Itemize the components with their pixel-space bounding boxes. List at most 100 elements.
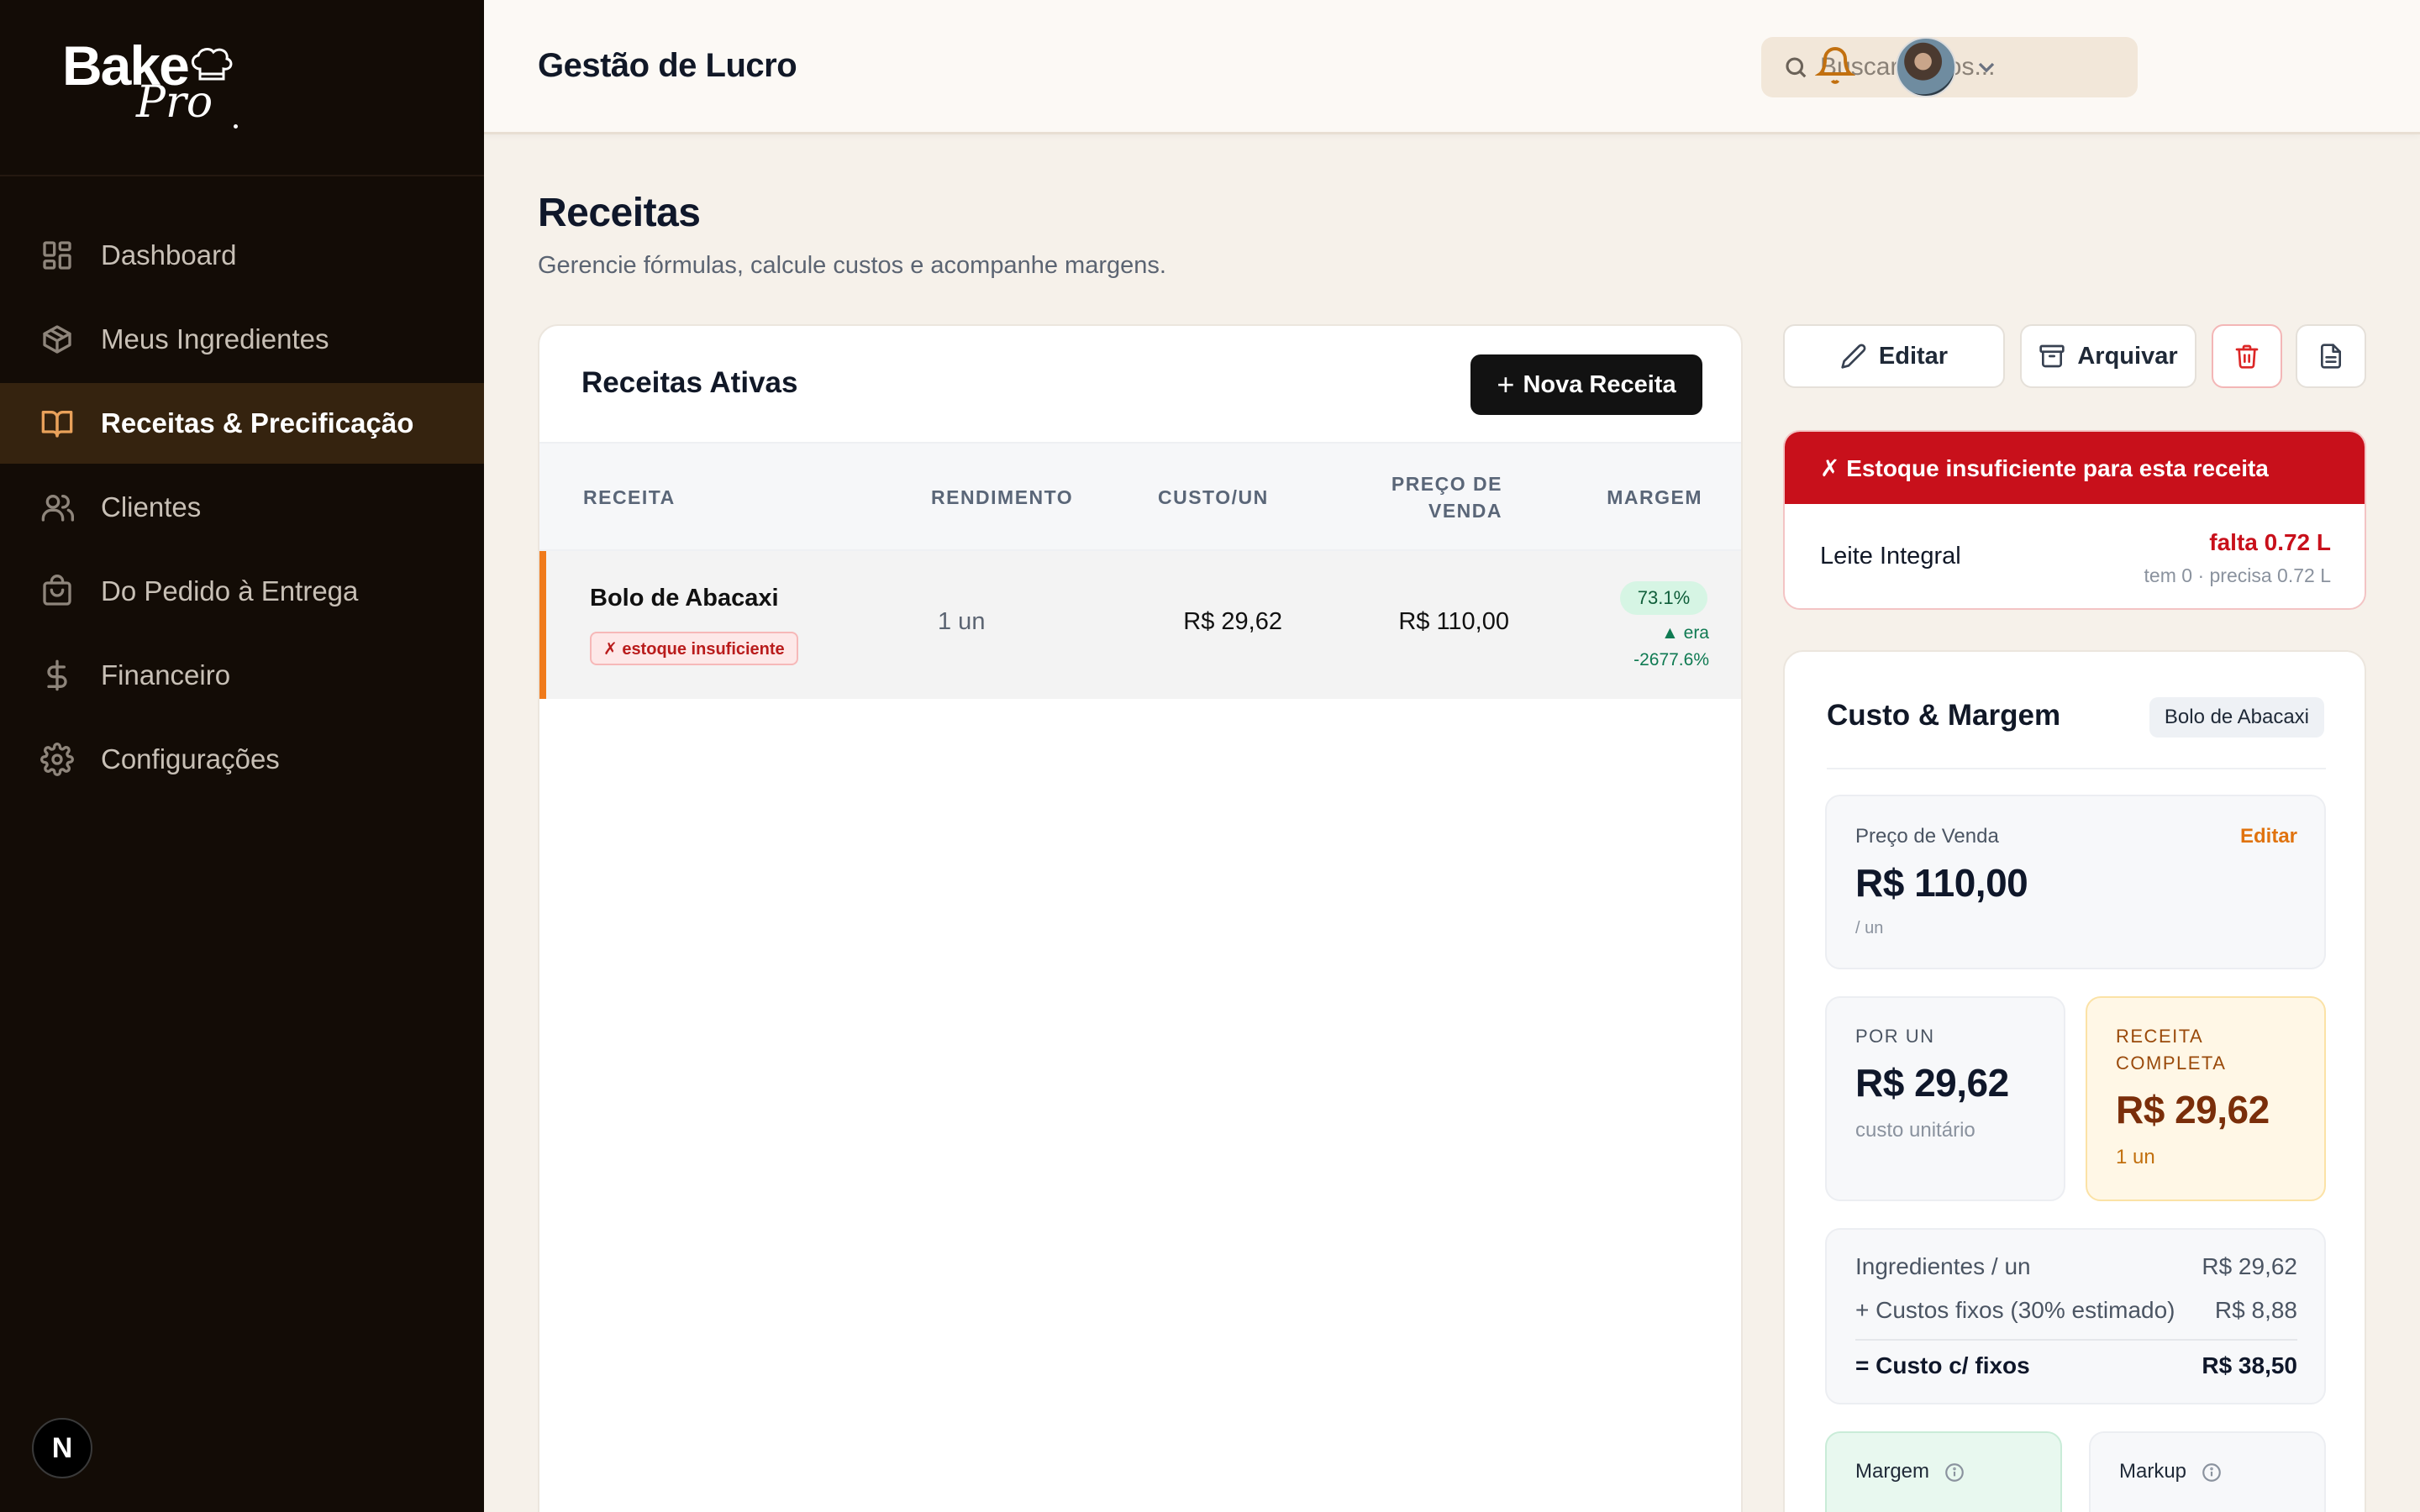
sidebar-item-label: Receitas & Precificação [101, 407, 414, 438]
new-recipe-button[interactable]: + Nova Receita [1470, 354, 1702, 415]
sidebar-item-label: Dashboard [101, 239, 237, 270]
margin-previous-label: ▲ era [1661, 623, 1709, 643]
ingredients-label: Ingredientes / un [1855, 1253, 2031, 1279]
trash-icon [2235, 344, 2259, 369]
missing-ingredient-name: Leite Integral [1820, 543, 1961, 570]
column-header-margem[interactable]: MARGEM [1607, 484, 1702, 511]
pencil-icon [1841, 344, 1866, 369]
sidebar-item-label: Do Pedido à Entrega [101, 575, 359, 606]
sale-price-box: Preço de Venda Editar R$ 110,00 / un [1825, 795, 2326, 969]
logo-dot [234, 124, 238, 129]
sidebar: Bake Pro Dashboard Meus Ingredientes Rec… [0, 0, 484, 1512]
margin-label-wrap: Margem [1855, 1460, 1965, 1483]
stock-warning-badge: ✗ estoque insuficiente [590, 632, 798, 665]
gear-icon [40, 743, 74, 776]
info-icon[interactable] [1944, 1462, 1965, 1483]
archive-label: Arquivar [2077, 342, 2178, 370]
column-header-custo[interactable]: CUSTO/UN [1158, 484, 1269, 511]
unit-cost-label: POR UN [1855, 1026, 1935, 1047]
recipe-tag: Bolo de Abacaxi [2149, 697, 2324, 738]
users-icon [41, 495, 74, 522]
recipes-table-card: Receitas Ativas + Nova Receita RECEITA R… [538, 324, 1743, 1512]
sale-price-unit: / un [1855, 919, 1884, 937]
ingredients-value: R$ 29,62 [2202, 1253, 2297, 1279]
full-recipe-label-line1: RECEITA [2116, 1026, 2204, 1047]
column-header-receita[interactable]: RECEITA [583, 484, 676, 511]
total-cost-row: = Custo c/ fixos R$ 38,50 [1855, 1352, 2297, 1379]
ingredients-row: Ingredientes / un R$ 29,62 [1855, 1253, 2297, 1280]
sidebar-item-label: Financeiro [101, 659, 231, 690]
margin-previous-value: -2677.6% [1634, 650, 1709, 669]
table-row[interactable]: Bolo de Abacaxi ✗ estoque insuficiente 1… [539, 551, 1741, 699]
sidebar-item-pedidos[interactable]: Do Pedido à Entrega [0, 551, 484, 632]
full-recipe-label-line2: COMPLETA [2116, 1053, 2227, 1074]
margin-previous: ▲ era -2677.6% [1580, 620, 1709, 674]
dashboard-icon [43, 241, 71, 270]
shopping-bag-icon [43, 575, 71, 606]
stock-alert-title: ✗ Estoque insuficiente para esta receita [1785, 432, 2365, 504]
bell-icon [1814, 47, 1856, 84]
full-recipe-yield: 1 un [2116, 1146, 2155, 1168]
dollar-icon [47, 659, 67, 691]
notifications-button[interactable] [1814, 45, 1856, 86]
delete-button[interactable] [2212, 324, 2282, 388]
margin-label: Margem [1855, 1460, 1930, 1483]
stock-detail: tem 0 · precisa 0.72 L [2144, 564, 2331, 586]
recipe-yield: 1 un [938, 608, 986, 635]
book-open-icon [41, 411, 73, 438]
logo-script: Pro [136, 77, 213, 128]
topbar-title: Gestão de Lucro [538, 47, 797, 84]
sidebar-item-financeiro[interactable]: Financeiro [0, 635, 484, 716]
total-cost-label: = Custo c/ fixos [1855, 1352, 2030, 1378]
edit-button[interactable]: Editar [1783, 324, 2005, 388]
plus-icon: + [1497, 367, 1515, 402]
file-text-icon [2321, 344, 2341, 369]
topbar: Gestão de Lucro [484, 0, 2420, 134]
margin-box: Margem [1825, 1431, 2062, 1512]
divider [1827, 768, 2326, 769]
full-recipe-cost-box: RECEITA COMPLETA R$ 29,62 1 un [2086, 996, 2326, 1201]
package-icon [43, 325, 71, 354]
sidebar-nav: Dashboard Meus Ingredientes Receitas & P… [0, 215, 484, 803]
search-icon [1786, 57, 1807, 78]
sidebar-item-configuracoes[interactable]: Configurações [0, 719, 484, 800]
user-menu-toggle[interactable] [1973, 54, 2000, 81]
full-recipe-value: R$ 29,62 [2116, 1088, 2270, 1131]
sidebar-item-dashboard[interactable]: Dashboard [0, 215, 484, 296]
recipe-price: R$ 110,00 [1398, 608, 1509, 635]
breakdown-divider [1855, 1339, 2297, 1341]
page-subtitle: Gerencie fórmulas, calcule custos e acom… [538, 252, 1166, 279]
bakepro-logo[interactable]: Bake Pro [62, 34, 247, 143]
total-cost-value: R$ 38,50 [2202, 1352, 2297, 1378]
column-header-preco[interactable]: PREÇO DE VENDA [1380, 470, 1502, 524]
document-button[interactable] [2296, 324, 2366, 388]
edit-label: Editar [1878, 342, 1949, 370]
edit-price-link[interactable]: Editar [2240, 825, 2297, 848]
new-recipe-label: Nova Receita [1523, 370, 1676, 398]
sidebar-item-ingredientes[interactable]: Meus Ingredientes [0, 299, 484, 380]
avatar[interactable] [1896, 37, 1956, 97]
recipe-unit-cost: R$ 29,62 [1183, 608, 1282, 635]
sidebar-divider [0, 175, 484, 176]
table-header: RECEITA RENDIMENTO CUSTO/UN PREÇO DE VEN… [539, 442, 1741, 551]
card-title: Receitas Ativas [581, 366, 798, 399]
unit-cost-box: POR UN R$ 29,62 custo unitário [1825, 996, 2065, 1201]
archive-button[interactable]: Arquivar [2020, 324, 2196, 388]
chevron-down-icon [1978, 62, 1995, 73]
sidebar-item-label: Clientes [101, 491, 202, 522]
markup-box: Markup [2089, 1431, 2326, 1512]
column-header-rendimento[interactable]: RENDIMENTO [931, 484, 1073, 511]
sidebar-item-receitas[interactable]: Receitas & Precificação [0, 383, 484, 464]
fixed-costs-row: + Custos fixos (30% estimado) R$ 8,88 [1855, 1297, 2297, 1324]
fixed-costs-value: R$ 8,88 [2214, 1297, 2297, 1323]
page-title: Receitas [538, 191, 701, 235]
unit-cost-value: R$ 29,62 [1855, 1061, 2009, 1105]
markup-label: Markup [2119, 1460, 2187, 1483]
nextjs-badge[interactable]: N [32, 1418, 92, 1478]
search-input[interactable] [1820, 53, 2123, 81]
info-icon[interactable] [2201, 1462, 2223, 1483]
markup-label-wrap: Markup [2119, 1460, 2223, 1483]
cost-margin-card: Custo & Margem Bolo de Abacaxi Preço de … [1783, 650, 2366, 1512]
sidebar-item-clientes[interactable]: Clientes [0, 467, 484, 548]
stock-alert: ✗ Estoque insuficiente para esta receita… [1783, 430, 2366, 610]
